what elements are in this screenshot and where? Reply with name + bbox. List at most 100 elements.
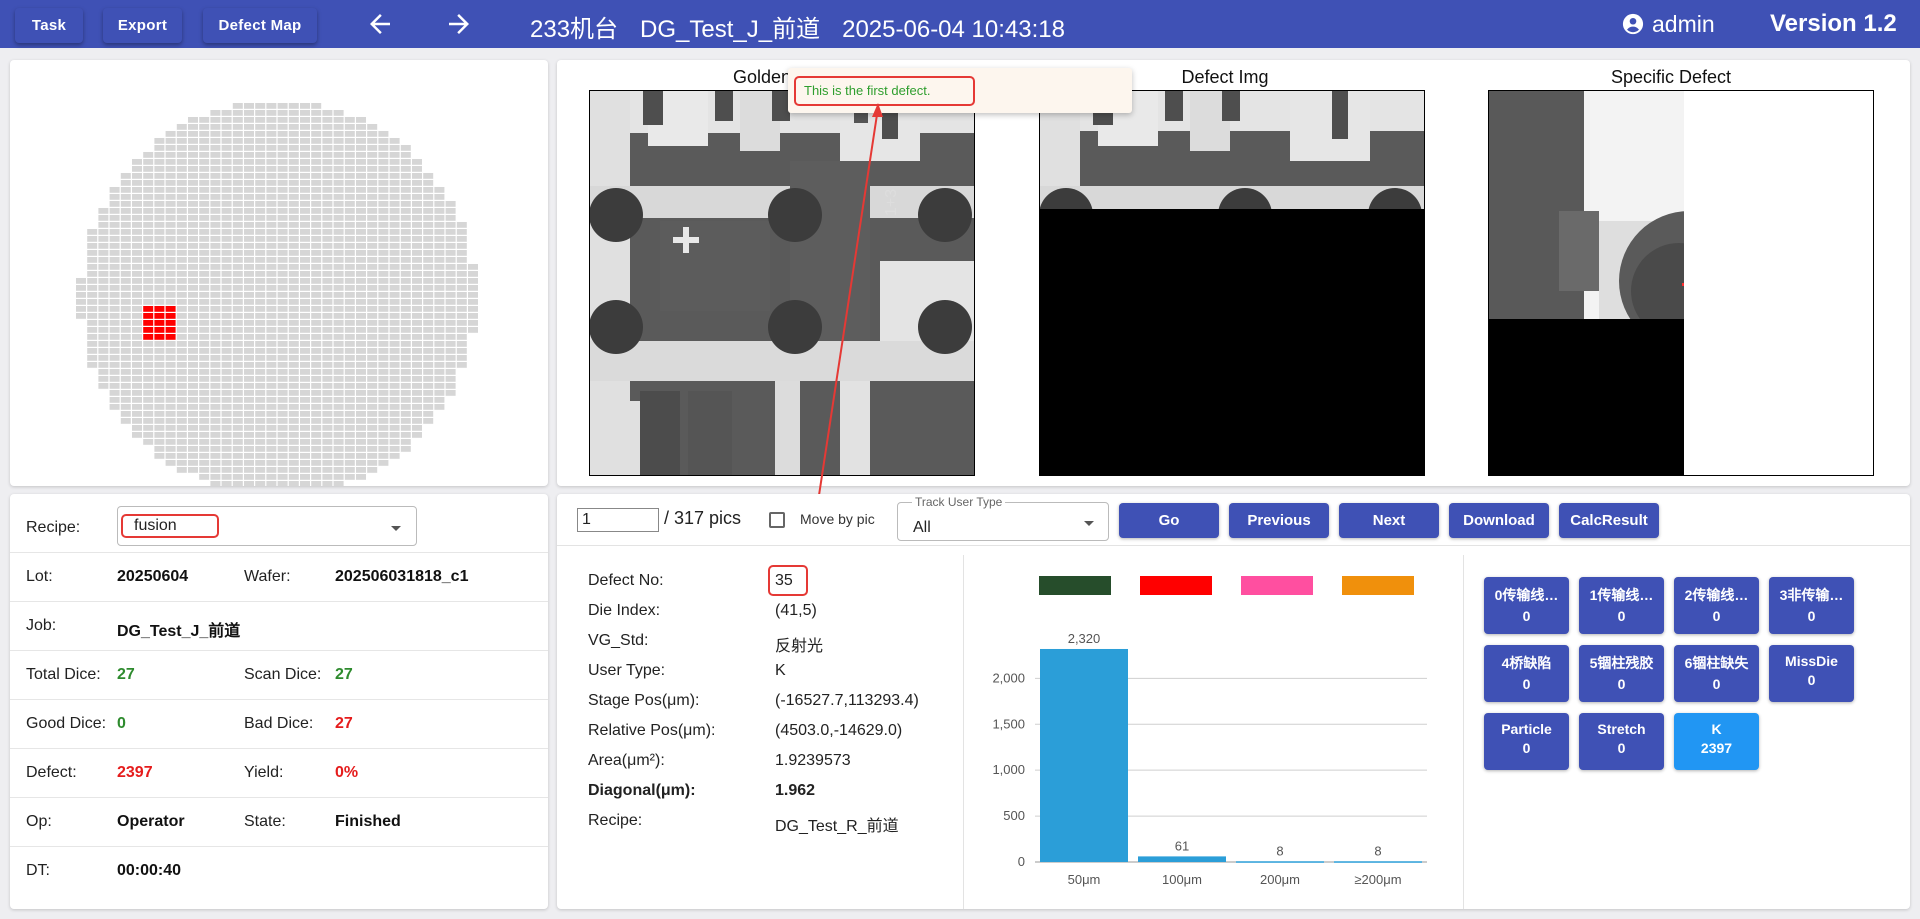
die[interactable] xyxy=(120,313,131,319)
die[interactable] xyxy=(221,271,232,277)
die[interactable] xyxy=(199,124,210,130)
die[interactable] xyxy=(344,187,355,193)
die[interactable] xyxy=(120,236,131,242)
die[interactable] xyxy=(400,432,411,438)
die[interactable] xyxy=(434,264,445,270)
die[interactable] xyxy=(210,271,221,277)
die[interactable] xyxy=(132,229,142,235)
die[interactable] xyxy=(210,180,221,186)
die[interactable] xyxy=(143,264,154,270)
die[interactable] xyxy=(255,348,266,354)
die[interactable] xyxy=(199,355,210,361)
die[interactable] xyxy=(143,194,154,200)
die[interactable] xyxy=(87,285,98,291)
die[interactable] xyxy=(188,145,198,151)
die[interactable] xyxy=(333,446,344,452)
die[interactable] xyxy=(132,334,142,340)
die[interactable] xyxy=(132,201,142,207)
die[interactable] xyxy=(400,271,411,277)
die[interactable] xyxy=(367,257,378,263)
die[interactable] xyxy=(98,376,109,382)
die[interactable] xyxy=(132,362,142,368)
die[interactable] xyxy=(434,243,445,249)
die[interactable] xyxy=(412,397,422,403)
die[interactable] xyxy=(277,481,288,487)
die[interactable] xyxy=(400,355,411,361)
die[interactable] xyxy=(165,376,176,382)
die[interactable] xyxy=(165,131,176,137)
die[interactable] xyxy=(344,131,355,137)
die[interactable] xyxy=(300,180,310,186)
calc-result-button[interactable]: CalcResult xyxy=(1559,503,1659,538)
die[interactable] xyxy=(356,187,366,193)
die[interactable] xyxy=(244,222,254,228)
die[interactable] xyxy=(277,152,288,158)
die[interactable] xyxy=(244,460,254,466)
die[interactable] xyxy=(221,362,232,368)
die[interactable] xyxy=(400,180,411,186)
die[interactable] xyxy=(109,390,120,396)
die[interactable] xyxy=(333,390,344,396)
die[interactable] xyxy=(188,327,198,333)
die[interactable] xyxy=(322,271,333,277)
die[interactable] xyxy=(445,313,456,319)
die[interactable] xyxy=(300,124,310,130)
die[interactable] xyxy=(333,173,344,179)
die[interactable] xyxy=(344,222,355,228)
die[interactable] xyxy=(378,390,389,396)
die[interactable] xyxy=(445,264,456,270)
die[interactable] xyxy=(255,418,266,424)
die[interactable] xyxy=(143,292,154,298)
die[interactable] xyxy=(300,131,310,137)
die[interactable] xyxy=(277,159,288,165)
die[interactable] xyxy=(300,474,310,480)
die[interactable] xyxy=(221,299,232,305)
die[interactable] xyxy=(132,320,142,326)
die[interactable] xyxy=(367,425,378,431)
die[interactable] xyxy=(400,194,411,200)
die[interactable] xyxy=(445,201,456,207)
die[interactable] xyxy=(266,152,277,158)
die[interactable] xyxy=(322,187,333,193)
die[interactable] xyxy=(232,341,243,347)
die[interactable] xyxy=(210,131,221,137)
die[interactable] xyxy=(300,355,310,361)
die[interactable] xyxy=(154,222,165,228)
bad-die[interactable] xyxy=(165,320,176,326)
die[interactable] xyxy=(199,187,210,193)
die[interactable] xyxy=(456,334,467,340)
die[interactable] xyxy=(434,320,445,326)
die[interactable] xyxy=(244,201,254,207)
die[interactable] xyxy=(434,194,445,200)
die[interactable] xyxy=(400,208,411,214)
die[interactable] xyxy=(188,313,198,319)
die[interactable] xyxy=(199,166,210,172)
die[interactable] xyxy=(232,250,243,256)
die[interactable] xyxy=(255,404,266,410)
die[interactable] xyxy=(367,320,378,326)
die[interactable] xyxy=(266,180,277,186)
die[interactable] xyxy=(300,222,310,228)
die[interactable] xyxy=(322,110,333,116)
die[interactable] xyxy=(109,194,120,200)
bad-die[interactable] xyxy=(143,327,154,333)
die[interactable] xyxy=(356,138,366,144)
category-button[interactable]: K 2397 xyxy=(1674,713,1759,770)
die[interactable] xyxy=(199,327,210,333)
die[interactable] xyxy=(255,432,266,438)
die[interactable] xyxy=(132,313,142,319)
die[interactable] xyxy=(176,145,187,151)
die[interactable] xyxy=(266,327,277,333)
die[interactable] xyxy=(356,299,366,305)
die[interactable] xyxy=(367,152,378,158)
die[interactable] xyxy=(277,124,288,130)
die[interactable] xyxy=(221,292,232,298)
die[interactable] xyxy=(288,159,299,165)
die[interactable] xyxy=(412,355,422,361)
die[interactable] xyxy=(356,362,366,368)
die[interactable] xyxy=(210,397,221,403)
die[interactable] xyxy=(244,453,254,459)
die[interactable] xyxy=(400,201,411,207)
die[interactable] xyxy=(288,243,299,249)
die[interactable] xyxy=(210,187,221,193)
